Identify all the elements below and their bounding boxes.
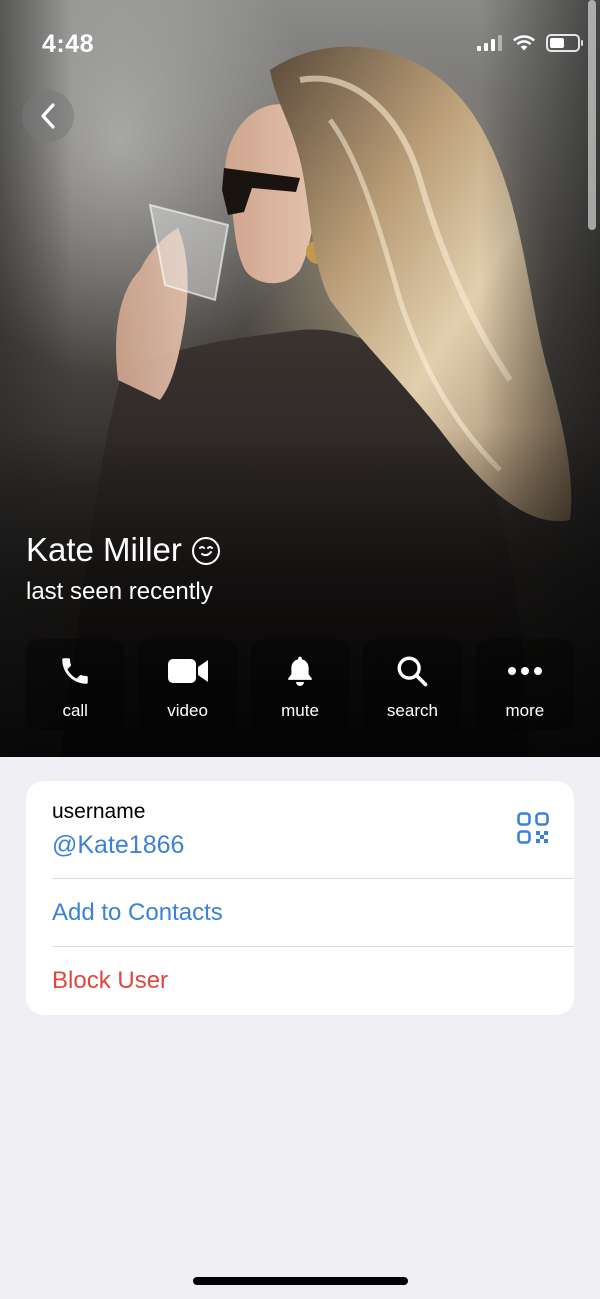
username-label: username xyxy=(52,800,146,823)
battery-icon xyxy=(546,34,583,52)
username-row[interactable]: username @Kate1866 xyxy=(26,781,574,878)
username-value[interactable]: @Kate1866 xyxy=(52,831,184,860)
wifi-icon xyxy=(513,35,535,51)
back-button[interactable] xyxy=(22,90,74,142)
call-button[interactable]: call xyxy=(26,639,125,730)
cellular-signal-icon xyxy=(477,35,502,51)
more-dots-icon xyxy=(507,667,542,675)
mute-label: mute xyxy=(281,701,319,720)
qr-code-icon[interactable] xyxy=(517,812,549,844)
block-user-label: Block User xyxy=(52,967,169,994)
status-time: 4:48 xyxy=(42,30,95,58)
video-button[interactable]: video xyxy=(138,639,237,730)
search-button[interactable]: search xyxy=(363,639,462,730)
last-seen-status: last seen recently xyxy=(26,578,213,605)
add-to-contacts-row[interactable]: Add to Contacts xyxy=(26,879,574,947)
search-icon xyxy=(397,656,428,687)
more-label: more xyxy=(505,701,545,720)
smirk-face-icon[interactable] xyxy=(191,537,220,565)
status-bar: 4:48 xyxy=(0,0,600,90)
video-label: video xyxy=(167,701,208,720)
more-button[interactable]: more xyxy=(475,639,575,730)
chevron-left-icon xyxy=(41,103,55,129)
profile-name-row: Kate Miller xyxy=(26,531,220,569)
status-icons xyxy=(477,34,583,52)
call-label: call xyxy=(62,701,88,720)
mute-button[interactable]: mute xyxy=(250,639,350,730)
profile-actions: call video mute search more xyxy=(26,639,575,730)
profile-photo-header: 4:48 Kate Miller last seen recently call… xyxy=(0,0,600,757)
video-camera-icon xyxy=(167,659,208,683)
add-to-contacts-label: Add to Contacts xyxy=(52,899,223,926)
bell-icon xyxy=(288,656,312,686)
home-indicator xyxy=(193,1277,408,1285)
phone-icon xyxy=(62,658,88,684)
profile-info-card: username @Kate1866 Add to Contacts Block… xyxy=(26,781,574,1015)
block-user-row[interactable]: Block User xyxy=(26,947,574,1015)
profile-name: Kate Miller xyxy=(26,531,182,568)
search-label: search xyxy=(386,701,438,720)
